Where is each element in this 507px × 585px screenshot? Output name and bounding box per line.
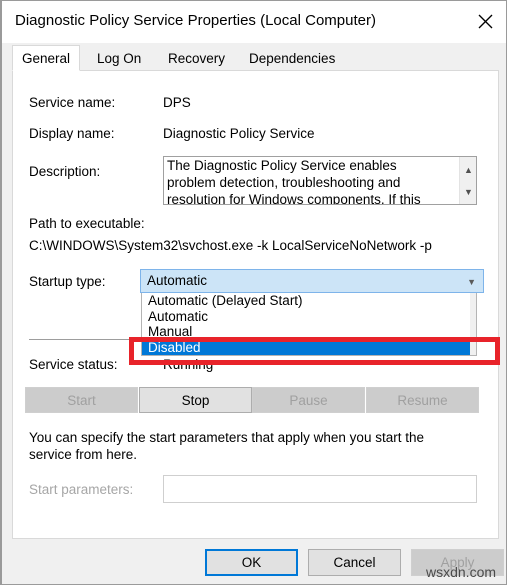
description-label: Description: xyxy=(29,164,101,179)
tab-general[interactable]: General xyxy=(12,45,81,71)
resume-button[interactable]: Resume xyxy=(366,387,479,413)
pause-button[interactable]: Pause xyxy=(252,387,365,413)
title-bar: Diagnostic Policy Service Properties (Lo… xyxy=(2,1,506,43)
site-watermark: wsxdn.com xyxy=(426,564,497,580)
stop-button[interactable]: Stop xyxy=(139,387,252,413)
tab-recovery[interactable]: Recovery xyxy=(159,45,235,71)
service-status-value: Running xyxy=(163,357,214,372)
start-button[interactable]: Start xyxy=(25,387,138,413)
description-scrollbar[interactable]: ▲ ▼ xyxy=(459,157,476,204)
dropdown-scrollbar[interactable] xyxy=(470,293,476,355)
dropdown-option-automatic[interactable]: Automatic xyxy=(142,309,476,325)
service-status-label: Service status: xyxy=(29,357,118,372)
startup-type-combobox[interactable]: Automatic ▼ xyxy=(140,269,484,293)
start-parameters-input[interactable] xyxy=(163,475,477,503)
dropdown-option-manual[interactable]: Manual xyxy=(142,324,476,340)
ok-button[interactable]: OK xyxy=(205,549,298,576)
dropdown-option-disabled[interactable]: Disabled xyxy=(142,339,476,355)
section-divider xyxy=(29,339,139,340)
description-text: The Diagnostic Policy Service enables pr… xyxy=(167,158,421,205)
description-box[interactable]: The Diagnostic Policy Service enables pr… xyxy=(163,156,477,205)
tab-dependencies[interactable]: Dependencies xyxy=(240,45,345,71)
startup-type-value: Automatic xyxy=(147,273,208,288)
close-icon[interactable] xyxy=(464,1,506,41)
window-title: Diagnostic Policy Service Properties (Lo… xyxy=(15,12,376,29)
start-parameters-hint: You can specify the start parameters tha… xyxy=(29,430,424,462)
service-name-label: Service name: xyxy=(29,95,116,110)
startup-type-dropdown-list[interactable]: Automatic (Delayed Start) Automatic Manu… xyxy=(141,293,477,356)
path-value: C:\WINDOWS\System32\svchost.exe -k Local… xyxy=(29,238,432,253)
start-parameters-label: Start parameters: xyxy=(29,482,134,497)
close-glyph xyxy=(478,14,493,28)
tab-log-on[interactable]: Log On xyxy=(88,45,151,71)
cancel-button[interactable]: Cancel xyxy=(308,549,401,576)
service-name-value: DPS xyxy=(163,95,191,110)
display-name-label: Display name: xyxy=(29,126,115,141)
chevron-down-icon: ▼ xyxy=(467,277,476,287)
startup-type-label: Startup type: xyxy=(29,274,106,289)
tab-strip: General Log On Recovery Dependencies xyxy=(12,45,499,71)
scroll-down-icon[interactable]: ▼ xyxy=(460,181,476,203)
display-name-value: Diagnostic Policy Service xyxy=(163,126,315,141)
service-properties-dialog: Diagnostic Policy Service Properties (Lo… xyxy=(0,0,507,585)
path-label: Path to executable: xyxy=(29,216,145,231)
dropdown-option-automatic-delayed[interactable]: Automatic (Delayed Start) xyxy=(142,293,476,309)
scroll-up-icon[interactable]: ▲ xyxy=(460,159,476,181)
